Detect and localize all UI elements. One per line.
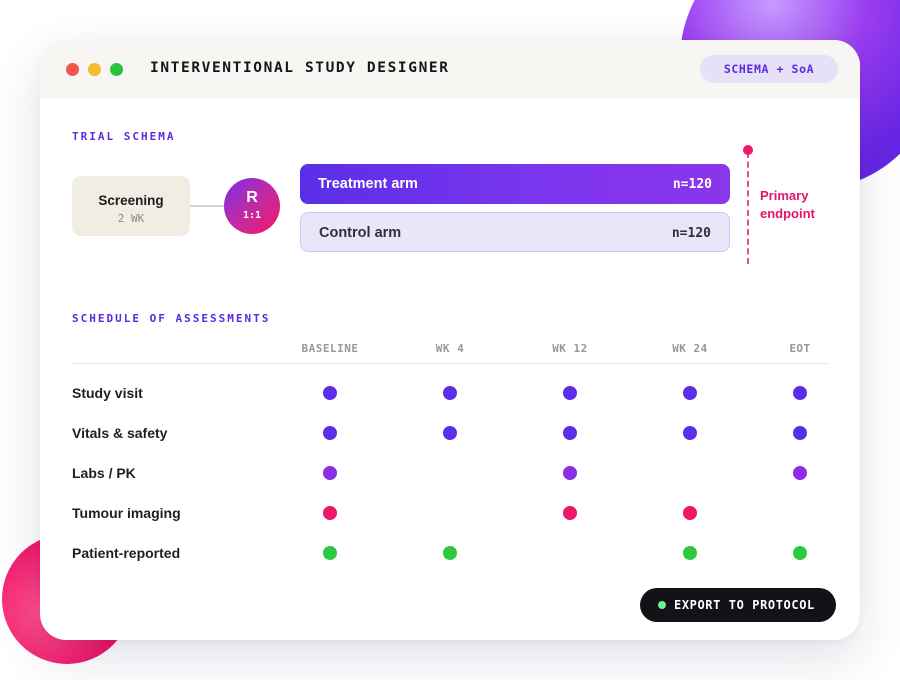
assessment-dot[interactable] bbox=[443, 386, 457, 400]
endpoint-marker-line bbox=[747, 152, 749, 264]
soa-column-header: WK 24 bbox=[672, 342, 708, 355]
endpoint-marker-dot[interactable] bbox=[743, 145, 753, 155]
trial-schema-heading: TRIAL SCHEMA bbox=[72, 130, 176, 143]
assessment-dot[interactable] bbox=[793, 546, 807, 560]
assessment-dot[interactable] bbox=[443, 426, 457, 440]
soa-column-header: WK 12 bbox=[552, 342, 588, 355]
soa-column-header: BASELINE bbox=[301, 342, 359, 355]
assessment-dot[interactable] bbox=[563, 506, 577, 520]
screening-node[interactable]: Screening 2 WK bbox=[72, 176, 190, 236]
soa-row-label: Study visit bbox=[72, 385, 143, 401]
assessment-dot[interactable] bbox=[323, 386, 337, 400]
assessment-dot[interactable] bbox=[563, 426, 577, 440]
assessment-dot[interactable] bbox=[323, 426, 337, 440]
randomization-letter: R bbox=[246, 189, 258, 206]
soa-column-header: EOT bbox=[789, 342, 811, 355]
arm-name: Treatment arm bbox=[318, 176, 418, 192]
app-window: INTERVENTIONAL STUDY DESIGNER SCHEMA + S… bbox=[40, 40, 860, 640]
assessment-dot[interactable] bbox=[563, 386, 577, 400]
randomization-ratio: 1:1 bbox=[242, 210, 262, 221]
maximize-window-button[interactable] bbox=[110, 63, 123, 76]
soa-row-label: Vitals & safety bbox=[72, 425, 168, 441]
control-arm[interactable]: Control arm n=120 bbox=[300, 212, 730, 252]
mode-pill[interactable]: SCHEMA + SoA bbox=[700, 55, 838, 83]
arm-sample-size: n=120 bbox=[671, 226, 711, 241]
arm-sample-size: n=120 bbox=[672, 177, 712, 192]
close-window-button[interactable] bbox=[66, 63, 79, 76]
screening-label: Screening bbox=[98, 193, 164, 208]
assessment-dot[interactable] bbox=[323, 546, 337, 560]
assessment-dot[interactable] bbox=[793, 426, 807, 440]
screening-duration: 2 WK bbox=[117, 212, 145, 225]
status-dot-icon bbox=[658, 601, 666, 609]
soa-heading: SCHEDULE OF ASSESSMENTS bbox=[72, 312, 271, 325]
soa-header-divider bbox=[72, 363, 828, 364]
title-bar: INTERVENTIONAL STUDY DESIGNER SCHEMA + S… bbox=[40, 40, 860, 98]
assessment-dot[interactable] bbox=[683, 546, 697, 560]
assessment-dot[interactable] bbox=[683, 386, 697, 400]
minimize-window-button[interactable] bbox=[88, 63, 101, 76]
export-button-label: EXPORT TO PROTOCOL bbox=[674, 598, 815, 612]
assessment-dot[interactable] bbox=[563, 466, 577, 480]
treatment-arm[interactable]: Treatment arm n=120 bbox=[300, 164, 730, 204]
export-to-protocol-button[interactable]: EXPORT TO PROTOCOL bbox=[640, 588, 836, 622]
assessment-dot[interactable] bbox=[793, 386, 807, 400]
app-title: INTERVENTIONAL STUDY DESIGNER bbox=[150, 60, 450, 76]
soa-column-header: WK 4 bbox=[435, 342, 465, 355]
soa-row-label: Patient-reported bbox=[72, 545, 181, 561]
assessment-dot[interactable] bbox=[683, 426, 697, 440]
assessment-dot[interactable] bbox=[683, 506, 697, 520]
soa-row-label: Tumour imaging bbox=[72, 505, 181, 521]
randomization-node[interactable]: R 1:1 bbox=[224, 178, 280, 234]
assessment-dot[interactable] bbox=[323, 506, 337, 520]
endpoint-label: Primary endpoint bbox=[760, 188, 815, 221]
arm-name: Control arm bbox=[319, 225, 402, 241]
soa-row-label: Labs / PK bbox=[72, 465, 136, 481]
assessment-dot[interactable] bbox=[793, 466, 807, 480]
assessment-dot[interactable] bbox=[323, 466, 337, 480]
assessment-dot[interactable] bbox=[443, 546, 457, 560]
schema-connector bbox=[190, 205, 224, 207]
